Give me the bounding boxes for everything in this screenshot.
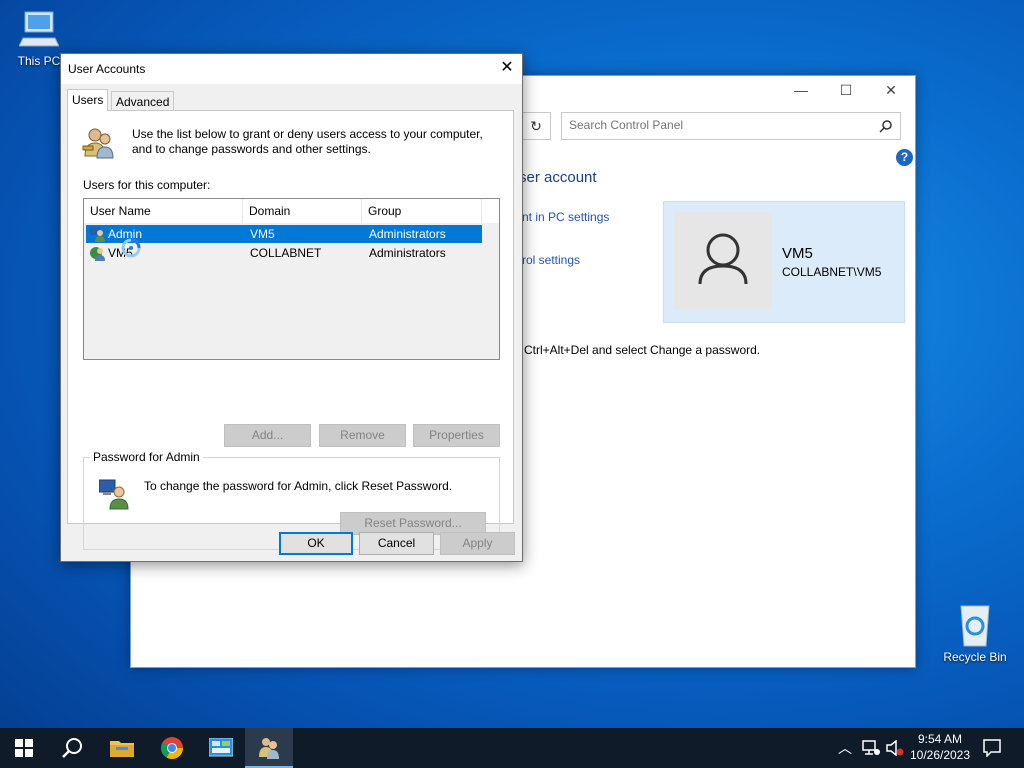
taskbar: ︿ 9:54 AM 10/26/2023 — [0, 728, 1024, 768]
cell-domain: COLLABNET — [250, 246, 322, 260]
search-box[interactable] — [561, 112, 901, 140]
maximize-button[interactable]: ☐ — [823, 82, 869, 99]
close-icon[interactable]: ✕ — [492, 54, 522, 84]
control-panel-icon — [208, 737, 234, 757]
clock-date: 10/26/2023 — [909, 748, 971, 762]
user-icon — [90, 227, 105, 242]
user-accounts-taskbar-button[interactable] — [245, 728, 293, 768]
password-hint-text: Ctrl+Alt+Del and select Change a passwor… — [524, 343, 761, 357]
remove-user-button[interactable]: Remove — [319, 424, 406, 447]
user-accounts-dialog[interactable]: User Accounts ✕ Users Advanced Use the l… — [60, 53, 523, 562]
cell-domain: VM5 — [250, 227, 275, 241]
column-header-user-name[interactable]: User Name — [84, 199, 243, 223]
users-icon — [259, 738, 279, 759]
close-button[interactable]: ✕ — [868, 82, 914, 99]
recycle-bin-icon — [960, 605, 990, 647]
apply-button[interactable]: Apply — [440, 532, 515, 555]
tab-users[interactable]: Users — [67, 89, 109, 111]
network-icon[interactable] — [862, 740, 880, 756]
minimize-button[interactable]: — — [778, 82, 824, 98]
search-icon — [62, 738, 82, 758]
desktop-icon-recycle-bin[interactable]: Recycle Bin — [940, 602, 1010, 664]
refresh-icon: ↻ — [530, 118, 542, 134]
help-icon[interactable]: ? — [896, 149, 913, 166]
avatar — [674, 212, 772, 310]
windows-logo-icon — [15, 739, 33, 757]
account-domain: COLLABNET\VM5 — [782, 265, 882, 279]
account-name: VM5 — [782, 245, 813, 262]
domain-user-icon — [90, 247, 105, 261]
tab-label: Advanced — [116, 95, 170, 109]
volume-muted-icon[interactable] — [886, 740, 904, 756]
dialog-title: User Accounts — [68, 62, 146, 76]
search-input[interactable] — [562, 113, 869, 137]
link-pc-settings[interactable]: nt in PC settings — [522, 210, 609, 224]
account-card: VM5 COLLABNET\VM5 — [663, 201, 905, 323]
clock-time: 9:54 AM — [917, 732, 963, 746]
control-panel-taskbar-button[interactable] — [197, 728, 245, 768]
file-explorer-button[interactable] — [98, 728, 146, 768]
chrome-button[interactable] — [148, 728, 196, 768]
tab-advanced[interactable]: Advanced — [111, 91, 175, 111]
cell-group: Administrators — [369, 227, 446, 241]
password-instruction: To change the password for Admin, click … — [144, 479, 453, 493]
user-avatar-icon — [698, 233, 748, 285]
users-list[interactable]: User Name Domain Group Admin VM5 Adminis… — [83, 198, 500, 360]
notifications-icon[interactable] — [983, 739, 1001, 757]
ok-button[interactable]: OK — [279, 532, 353, 555]
chrome-icon — [161, 737, 183, 759]
user-icon — [99, 479, 129, 510]
cancel-button[interactable]: Cancel — [359, 532, 434, 555]
properties-button[interactable]: Properties — [413, 424, 500, 447]
folder-icon — [110, 741, 134, 757]
users-tab-panel: Use the list below to grant or deny user… — [67, 110, 514, 550]
busy-cursor-icon — [121, 238, 141, 258]
page-heading: ser account — [519, 169, 597, 186]
users-list-label: Users for this computer: — [83, 178, 211, 192]
tab-label: Users — [72, 93, 104, 107]
table-row[interactable]: Admin VM5 Administrators — [86, 225, 482, 243]
table-row[interactable]: VM5 COLLABNET Administrators — [86, 244, 482, 262]
users-icon — [82, 128, 114, 159]
column-header-group[interactable]: Group — [362, 199, 482, 223]
desktop-icon-label: Recycle Bin — [943, 650, 1007, 664]
search-icon[interactable] — [879, 119, 893, 133]
desktop-icon-label: This PC — [17, 54, 61, 68]
password-group-label: Password for Admin — [90, 450, 203, 464]
cell-group: Administrators — [369, 246, 446, 260]
link-control-settings[interactable]: rol settings — [522, 253, 580, 267]
computer-icon — [19, 11, 59, 47]
start-button[interactable] — [0, 728, 48, 768]
column-header-domain[interactable]: Domain — [243, 199, 362, 223]
list-header: User Name Domain Group — [84, 199, 499, 223]
title-bar[interactable]: User Accounts ✕ — [61, 54, 522, 84]
refresh-button[interactable]: ↻ — [521, 112, 551, 140]
intro-text: Use the list below to grant or deny user… — [132, 127, 483, 156]
clock[interactable]: 9:54 AM 10/26/2023 — [905, 731, 975, 763]
chevron-up-icon[interactable]: ︿ — [838, 738, 852, 758]
add-user-button[interactable]: Add... — [224, 424, 311, 447]
search-button[interactable] — [48, 728, 96, 768]
